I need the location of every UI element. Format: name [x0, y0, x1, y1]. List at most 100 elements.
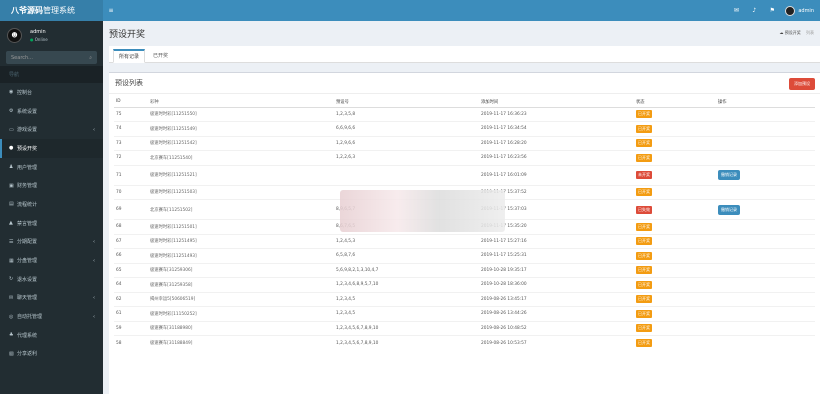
sidebar-item-6[interactable]: ▤ 流程统计: [0, 195, 103, 214]
sidebar-item-11[interactable]: ✉ 聊天管理 ‹: [0, 289, 103, 308]
refresh-icon: ↻: [9, 276, 14, 283]
cell-time: 2019-11-17 15:25:31: [481, 248, 636, 263]
status-badge: 已开奖: [636, 139, 652, 148]
cell-status: 已开奖: [636, 262, 718, 278]
sidebar-item-10[interactable]: ↻ 退水设置: [0, 270, 103, 289]
cell-status: 已开奖: [636, 106, 718, 122]
sidebar-item-label: 退水设置: [17, 276, 38, 283]
cell-number: 1,2,3,4,5: [336, 306, 481, 321]
cell-type: 极速时时彩[11150252]: [150, 306, 336, 321]
cell-action: [718, 219, 815, 234]
status-badge: 已开奖: [636, 309, 652, 318]
status-badge: 已开奖: [636, 339, 652, 347]
dashboard-icon: ◉: [9, 89, 14, 96]
cell-id: 68: [114, 219, 150, 234]
column-header-status: 状态: [636, 97, 718, 108]
breadcrumb-current: 列表: [806, 30, 814, 35]
box-title: 预设列表: [115, 79, 143, 87]
circle-icon: ●: [9, 145, 14, 152]
sidebar-item-3[interactable]: ● 预设开奖: [0, 139, 103, 158]
cell-time: 2019-08-26 10:48:52: [481, 320, 636, 336]
cell-type: 极速赛车[31188849]: [150, 335, 336, 350]
chart-icon: ▤: [9, 201, 14, 208]
sidebar-item-12[interactable]: ◎ 自动托管理 ‹: [0, 307, 103, 326]
cell-id: 74: [114, 121, 150, 136]
cell-action: [718, 291, 815, 307]
chevron-left-icon: ‹: [93, 238, 95, 245]
cell-action: [718, 121, 815, 136]
top-user-name[interactable]: admin: [798, 8, 814, 14]
cell-status: 已开奖: [636, 306, 718, 321]
breadcrumb: ☁ 预设开奖 列表: [779, 30, 814, 36]
sidebar-user-name: admin: [30, 28, 46, 35]
user-avatar: ☻: [7, 27, 22, 43]
cell-status: 已开奖: [636, 248, 718, 263]
sidebar-item-4[interactable]: ♟ 用户管理: [0, 158, 103, 177]
sidebar-search[interactable]: Search... ⌕: [6, 51, 97, 64]
revoke-record-button[interactable]: 撤销记录: [718, 204, 740, 215]
cell-id: 71: [114, 164, 150, 185]
table-row: 61 极速时时彩[11150252] 1,2,3,4,5 2019-08-26 13:…: [114, 306, 815, 321]
sidebar-item-7[interactable]: ▲ 禁言管理: [0, 214, 103, 233]
cell-id: 64: [114, 277, 150, 292]
sidebar-item-8[interactable]: ☰ 分期配置 ‹: [0, 233, 103, 252]
cell-type: 揭州幸运5[50606519]: [150, 291, 336, 307]
sidebar-item-2[interactable]: ▭ 游戏设置 ‹: [0, 120, 103, 139]
sidebar-item-14[interactable]: ▧ 分享返利: [0, 345, 103, 364]
status-badge: 已开奖: [636, 280, 652, 289]
cell-time: 2019-11-17 16:36:23: [481, 106, 636, 122]
status-badge: 已开奖: [636, 237, 652, 246]
app-logo[interactable]: 八爷源码 管理系统: [0, 0, 103, 21]
cell-status: 已开奖: [636, 291, 718, 307]
sidebar-item-13[interactable]: ♣ 代理系统: [0, 326, 103, 345]
warning-icon: ▲: [9, 220, 13, 227]
cell-action: [718, 335, 815, 350]
sidebar-item-9[interactable]: ▦ 分盘管理 ‹: [0, 251, 103, 270]
status-badge: 已开奖: [636, 295, 652, 304]
bell-icon[interactable]: ♪: [745, 7, 763, 14]
add-preset-button[interactable]: 添加预设: [789, 78, 815, 90]
tab-drawn[interactable]: 已开奖: [148, 48, 173, 62]
cell-number: 1,2,3,4,5: [336, 291, 481, 307]
revoke-record-button[interactable]: 撤销记录: [718, 170, 740, 180]
breadcrumb-home[interactable]: 预设开奖: [785, 30, 801, 35]
sidebar-toggle-button[interactable]: ≡: [103, 0, 119, 21]
search-input[interactable]: Search...: [11, 55, 33, 61]
agent-icon: ♣: [9, 332, 14, 339]
money-icon: ▣: [9, 182, 14, 189]
sidebar-item-label: 游戏设置: [17, 127, 38, 134]
flag-icon[interactable]: ⚑: [763, 7, 781, 14]
mail-icon[interactable]: ✉: [727, 7, 745, 14]
sidebar-item-5[interactable]: ▣ 财务管理: [0, 176, 103, 195]
cell-action: [718, 277, 815, 292]
share-icon: ▧: [9, 350, 14, 357]
table-row: 59 极速赛车[31188980] 1,2,3,4,5,6,7,8,9,10 2019…: [114, 320, 815, 336]
sidebar-item-1[interactable]: ⚙ 系统设置: [0, 102, 103, 121]
status-badge: 已开奖: [636, 266, 652, 275]
cell-action: 撤销记录: [718, 164, 815, 185]
tab-all-records[interactable]: 所有记录: [113, 49, 146, 63]
status-badge: 已失效: [636, 205, 652, 214]
search-icon[interactable]: ⌕: [89, 55, 92, 61]
gamepad-icon: ▭: [9, 126, 14, 133]
cell-time: 2019-10-28 18:36:00: [481, 277, 636, 292]
cell-action: [718, 262, 815, 278]
sidebar-menu: ◉ 控制台 ⚙ 系统设置 ▭ 游戏设置 ‹ ● 预设开奖 ♟ 用户管理 ▣ 财务管理 ▤ 流程统计 ▲ 禁言管理…: [0, 83, 103, 363]
cell-id: 70: [114, 184, 150, 200]
cell-type: 北京赛车[11251540]: [150, 150, 336, 165]
cell-number: 1,2,3,5,8: [336, 106, 481, 122]
table-row: 73 极速时时彩[11251542] 1,2,9,6,6 2019-11-17 16:…: [114, 135, 815, 151]
table-row: 65 极速赛车[31259306] 5,6,9,8,2,1,3,10,4,7 2019…: [114, 262, 815, 278]
cell-time: 2019-08-26 10:53:57: [481, 335, 636, 350]
cell-id: 65: [114, 262, 150, 278]
cell-status: 未开奖: [636, 164, 718, 185]
breadcrumb-home-icon[interactable]: ☁: [779, 30, 783, 35]
avatar[interactable]: [785, 5, 796, 16]
cell-number: 1,2,3,4,6,8,9,5,7,10: [336, 277, 481, 292]
table-row: 71 极速时时彩[11251521] 2019-11-17 16:01:09 未开奖 撤…: [114, 164, 815, 185]
sidebar-item-0[interactable]: ◉ 控制台: [0, 83, 103, 102]
cell-time: 2019-08-26 13:45:17: [481, 291, 636, 307]
cell-id: 59: [114, 320, 150, 336]
cell-status: 已开奖: [636, 277, 718, 292]
cell-time: 2019-08-26 13:44:26: [481, 306, 636, 321]
